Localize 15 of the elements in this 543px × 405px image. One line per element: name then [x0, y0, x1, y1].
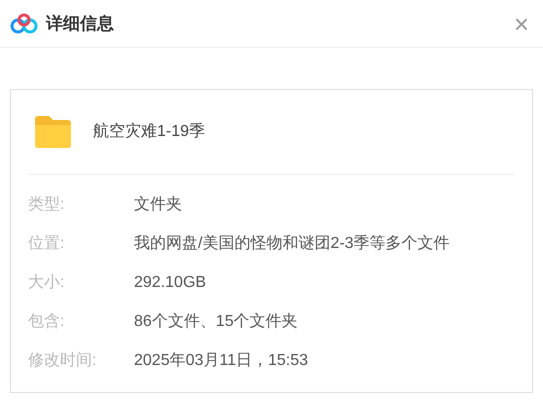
detail-label: 包含: — [28, 312, 66, 332]
close-button[interactable]: × — [514, 10, 529, 36]
detail-label: 修改时间: — [28, 350, 98, 370]
window-title: 详细信息 — [46, 12, 114, 35]
folder-name: 航空灾难1-19季 — [93, 122, 206, 142]
detail-label: 大小: — [28, 272, 66, 292]
detail-value: 我的网盘/美国的怪物和谜团2-3季等多个文件 — [134, 234, 450, 254]
folder-icon — [33, 115, 73, 149]
detail-value: 292.10GB — [134, 272, 206, 292]
detail-label: 类型: — [28, 194, 66, 214]
detail-value: 2025年03月11日，15:53 — [134, 350, 308, 370]
detail-value: 86个文件、15个文件夹 — [134, 312, 298, 332]
detail-value: 文件夹 — [134, 194, 182, 214]
detail-label: 位置: — [28, 234, 66, 254]
logo-icon — [10, 12, 38, 34]
